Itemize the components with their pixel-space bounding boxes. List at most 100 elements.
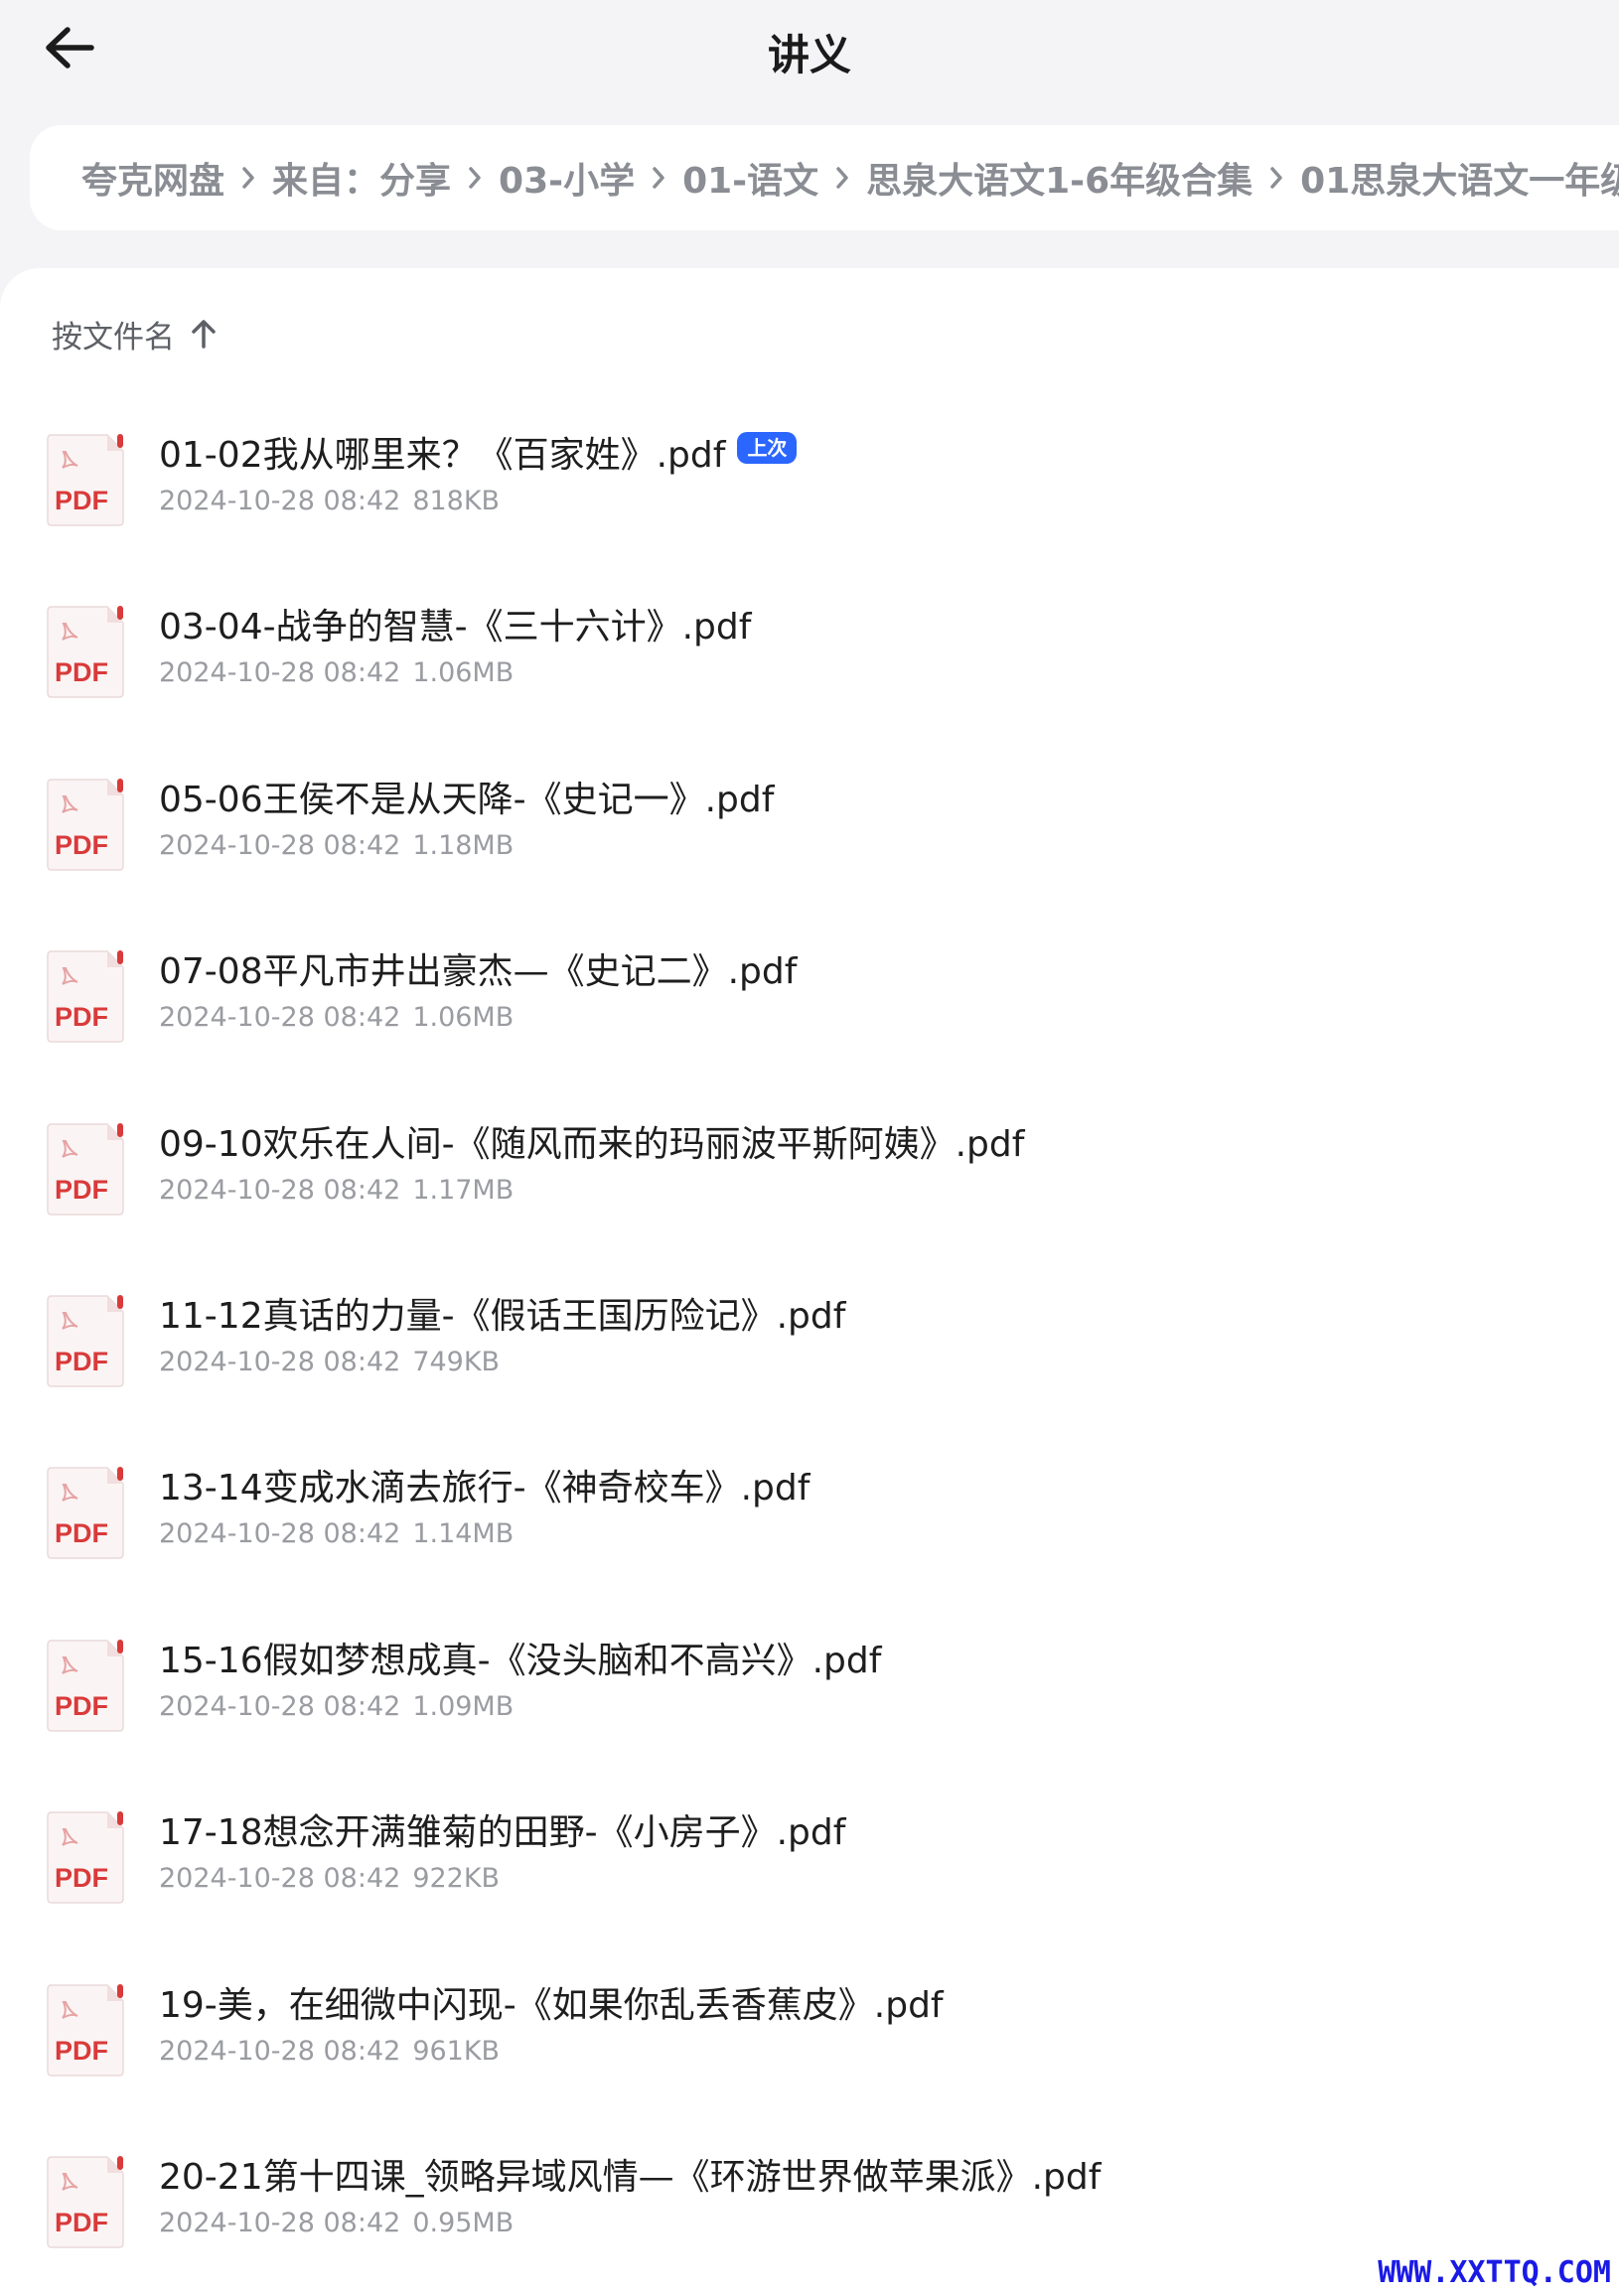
file-name: 13-14变成水滴去旅行-《神奇校车》.pdf — [159, 1459, 810, 1510]
page-title: 讲义 — [767, 31, 851, 79]
pdf-label: PDF — [55, 1002, 108, 1032]
file-size: 1.06MB — [412, 1002, 515, 1034]
sort-label: 按文件名 — [52, 319, 175, 356]
file-date: 2024-10-28 08:42 — [159, 1518, 401, 1550]
file-row[interactable]: PDF 09-10欢乐在人间-《随风而来的玛丽波平斯阿姨》.pdf 2024-10… — [0, 1102, 1619, 1274]
file-row[interactable]: PDF 05-06王侯不是从天降-《史记一》.pdf 2024-10-28 08:… — [0, 758, 1619, 930]
file-meta: 2024-10-28 08:42 922KB — [159, 1863, 500, 1894]
file-date: 2024-10-28 08:42 — [159, 1174, 401, 1206]
file-row[interactable]: PDF 13-14变成水滴去旅行-《神奇校车》.pdf 2024-10-28 08… — [0, 1446, 1619, 1618]
pdf-label: PDF — [55, 1347, 108, 1376]
file-size: 1.06MB — [412, 657, 515, 689]
pdf-file-icon: PDF — [47, 778, 124, 871]
file-name: 05-06王侯不是从天降-《史记一》.pdf — [159, 771, 774, 822]
chevron-right-icon — [451, 158, 499, 198]
file-meta: 2024-10-28 08:42 1.14MB — [159, 1518, 514, 1549]
chevron-right-icon — [635, 158, 682, 198]
file-size: 1.18MB — [412, 829, 515, 861]
file-size: 1.09MB — [412, 1690, 515, 1722]
file-name: 20-21第十四课_领略异域风情—《环游世界做苹果派》.pdf — [159, 2148, 1101, 2200]
file-size: 1.17MB — [412, 1174, 515, 1206]
file-meta: 2024-10-28 08:42 1.18MB — [159, 830, 514, 861]
file-name-text: 17-18想念开满雏菊的田野-《小房子》.pdf — [159, 1812, 846, 1854]
file-meta: 2024-10-28 08:42 818KB — [159, 486, 500, 516]
file-name: 03-04-战争的智慧-《三十六计》.pdf — [159, 598, 751, 649]
file-name-text: 07-08平凡市井出豪杰—《史记二》.pdf — [159, 951, 798, 993]
chevron-right-icon — [224, 158, 272, 198]
breadcrumb: 夸克网盘 来自：分享 03-小学 01-语文 思泉大语文1-6年级合集 01思泉大语文一年… — [30, 125, 1619, 230]
file-row[interactable]: PDF 17-18想念开满雏菊的田野-《小房子》.pdf 2024-10-28 0… — [0, 1791, 1619, 1962]
file-date: 2024-10-28 08:42 — [159, 2208, 401, 2238]
file-name-text: 13-14变成水滴去旅行-《神奇校车》.pdf — [159, 1468, 810, 1509]
file-row[interactable]: PDF 11-12真话的力量-《假话王国历险记》.pdf 2024-10-28 0… — [0, 1274, 1619, 1446]
file-name-text: 11-12真话的力量-《假话王国历险记》.pdf — [159, 1296, 846, 1337]
pdf-label: PDF — [55, 2036, 108, 2066]
pdf-label: PDF — [55, 830, 108, 860]
file-date: 2024-10-28 08:42 — [159, 486, 401, 516]
file-meta: 2024-10-28 08:42 961KB — [159, 2036, 500, 2067]
breadcrumb-item[interactable]: 01思泉大语文一年级 — [1300, 152, 1619, 204]
file-name: 17-18想念开满雏菊的田野-《小房子》.pdf — [159, 1803, 845, 1855]
file-date: 2024-10-28 08:42 — [159, 657, 401, 689]
pdf-file-icon: PDF — [47, 2156, 124, 2248]
file-meta: 2024-10-28 08:42 1.06MB — [159, 657, 514, 688]
arrow-up-icon — [192, 320, 216, 349]
breadcrumb-item[interactable]: 思泉大语文1-6年级合集 — [866, 152, 1252, 204]
pdf-file-icon: PDF — [47, 950, 124, 1043]
file-size: 1.14MB — [412, 1518, 515, 1550]
file-name-text: 05-06王侯不是从天降-《史记一》.pdf — [159, 779, 775, 820]
pdf-label: PDF — [55, 657, 108, 687]
file-date: 2024-10-28 08:42 — [159, 829, 401, 861]
pdf-file-icon: PDF — [47, 1639, 124, 1732]
file-row[interactable]: PDF 20-21第十四课_领略异域风情—《环游世界做苹果派》.pdf 2024-… — [0, 2135, 1619, 2296]
app-screen: 讲义 夸克网盘 来自：分享 03-小学 01-语文 思泉大语文1-6年级合集 01思泉大语… — [0, 0, 1619, 2296]
file-date: 2024-10-28 08:42 — [159, 1863, 401, 1895]
file-row[interactable]: PDF 15-16假如梦想成真-《没头脑和不高兴》.pdf 2024-10-28 … — [0, 1619, 1619, 1791]
breadcrumb-item[interactable]: 01-语文 — [682, 152, 818, 204]
file-size: 961KB — [412, 2035, 501, 2067]
breadcrumb-item[interactable]: 夸克网盘 — [81, 152, 224, 204]
file-row[interactable]: PDF 01-02我从哪里来？《百家姓》.pdf 上次 2024-10-28 08:… — [0, 413, 1619, 585]
file-meta: 2024-10-28 08:42 1.09MB — [159, 1691, 514, 1722]
breadcrumb-item[interactable]: 03-小学 — [499, 152, 635, 204]
file-size: 818KB — [412, 486, 501, 516]
file-name-text: 03-04-战争的智慧-《三十六计》.pdf — [159, 607, 752, 648]
pdf-file-icon: PDF — [47, 434, 124, 526]
file-name: 09-10欢乐在人间-《随风而来的玛丽波平斯阿姨》.pdf — [159, 1115, 1024, 1167]
file-name-text: 15-16假如梦想成真-《没头脑和不高兴》.pdf — [159, 1640, 882, 1681]
file-name-text: 19-美，在细微中闪现-《如果你乱丢香蕉皮》.pdf — [159, 1984, 944, 2026]
file-meta: 2024-10-28 08:42 0.95MB — [159, 2208, 514, 2238]
file-list-panel: 按文件名 PDF 01-02我从哪里来？《百家姓》.pdf 上次 2024-10-2… — [0, 268, 1619, 2296]
file-meta: 2024-10-28 08:42 749KB — [159, 1347, 500, 1377]
watermark: WWW.XXTTQ.COM — [1378, 2255, 1611, 2290]
file-name: 11-12真话的力量-《假话王国历险记》.pdf — [159, 1287, 845, 1339]
last-opened-badge: 上次 — [737, 432, 798, 464]
pdf-label: PDF — [55, 1518, 108, 1548]
pdf-label: PDF — [55, 1863, 108, 1893]
file-size: 922KB — [412, 1863, 501, 1895]
sort-by-name-button[interactable]: 按文件名 — [52, 310, 217, 358]
pdf-file-icon: PDF — [47, 1811, 124, 1904]
file-date: 2024-10-28 08:42 — [159, 1002, 401, 1034]
chevron-right-icon — [1252, 158, 1300, 198]
file-row[interactable]: PDF 07-08平凡市井出豪杰—《史记二》.pdf 2024-10-28 08:… — [0, 930, 1619, 1101]
pdf-file-icon: PDF — [47, 606, 124, 699]
file-name: 19-美，在细微中闪现-《如果你乱丢香蕉皮》.pdf — [159, 1976, 944, 2028]
file-date: 2024-10-28 08:42 — [159, 1347, 401, 1377]
file-name-text: 01-02我从哪里来？《百家姓》.pdf — [159, 435, 726, 476]
chevron-right-icon — [818, 158, 866, 198]
file-name: 15-16假如梦想成真-《没头脑和不高兴》.pdf — [159, 1632, 881, 1683]
pdf-label: PDF — [55, 1691, 108, 1721]
pdf-file-icon: PDF — [47, 1467, 124, 1560]
file-row[interactable]: PDF 19-美，在细微中闪现-《如果你乱丢香蕉皮》.pdf 2024-10-28… — [0, 1963, 1619, 2135]
file-date: 2024-10-28 08:42 — [159, 1690, 401, 1722]
pdf-label: PDF — [55, 1175, 108, 1205]
file-meta: 2024-10-28 08:42 1.17MB — [159, 1175, 514, 1206]
file-name-text: 20-21第十四课_领略异域风情—《环游世界做苹果派》.pdf — [159, 2157, 1102, 2198]
file-date: 2024-10-28 08:42 — [159, 2035, 401, 2067]
file-row[interactable]: PDF 03-04-战争的智慧-《三十六计》.pdf 2024-10-28 08:… — [0, 585, 1619, 757]
top-bar: 讲义 — [0, 0, 1619, 109]
pdf-label: PDF — [55, 2208, 108, 2237]
pdf-file-icon: PDF — [47, 1295, 124, 1387]
breadcrumb-item[interactable]: 来自：分享 — [272, 152, 451, 204]
